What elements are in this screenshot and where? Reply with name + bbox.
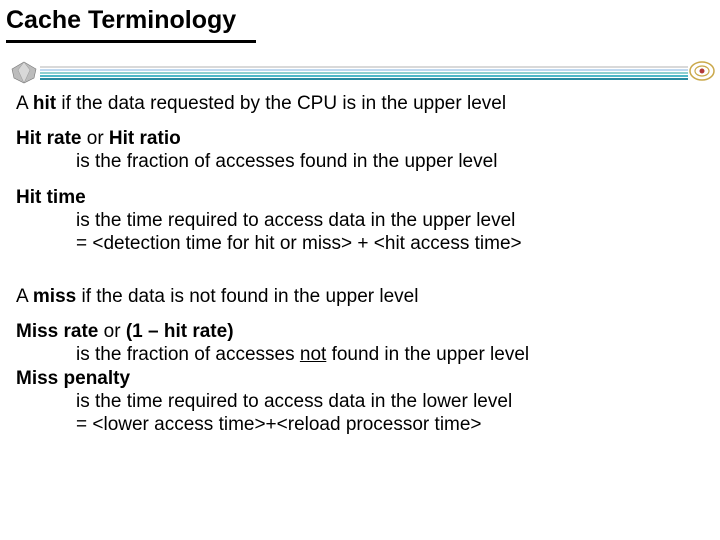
band-end-icon xyxy=(688,60,716,82)
hit-rate-desc: is the fraction of accesses found in the… xyxy=(16,150,704,173)
slide-body: A hit if the data requested by the CPU i… xyxy=(16,92,704,436)
decorative-band xyxy=(0,58,720,86)
hit-time-block: Hit time is the time required to access … xyxy=(16,186,704,256)
page-title: Cache Terminology xyxy=(6,6,236,35)
text: if the data requested by the CPU is in t… xyxy=(56,93,506,114)
hit-rate-block: Hit rate or Hit ratio is the fraction of… xyxy=(16,127,704,173)
text: or xyxy=(81,128,108,149)
not-underlined: not xyxy=(300,344,326,365)
band-lines xyxy=(40,66,688,80)
hit-definition: A hit if the data requested by the CPU i… xyxy=(16,92,704,115)
hit-ratio-term: Hit ratio xyxy=(109,128,181,149)
miss-term: miss xyxy=(33,286,76,307)
hit-rate-term: Hit rate xyxy=(16,128,81,149)
gem-icon xyxy=(6,60,42,84)
hit-time-term: Hit time xyxy=(16,187,86,208)
text: or xyxy=(98,321,125,342)
text: A xyxy=(16,93,33,114)
miss-rate-term: Miss rate xyxy=(16,321,98,342)
miss-penalty-desc-2: = <lower access time>+<reload processor … xyxy=(16,413,704,436)
miss-penalty-term: Miss penalty xyxy=(16,368,130,389)
hit-term: hit xyxy=(33,93,56,114)
hit-time-desc-1: is the time required to access data in t… xyxy=(16,209,704,232)
text: is the fraction of accesses xyxy=(76,344,300,365)
miss-penalty-block: Miss penalty is the time required to acc… xyxy=(16,367,704,437)
slide: Cache Terminology A hit if the data requ… xyxy=(0,0,720,540)
miss-penalty-desc-1: is the time required to access data in t… xyxy=(16,390,704,413)
miss-rate-alt: (1 – hit rate) xyxy=(126,321,234,342)
text: A xyxy=(16,286,33,307)
miss-definition: A miss if the data is not found in the u… xyxy=(16,285,704,308)
title-underline xyxy=(6,40,256,43)
text: if the data is not found in the upper le… xyxy=(76,286,418,307)
hit-rate-heading: Hit rate or Hit ratio xyxy=(16,127,704,150)
miss-rate-heading: Miss rate or (1 – hit rate) xyxy=(16,320,704,343)
miss-rate-desc: is the fraction of accesses not found in… xyxy=(16,343,704,366)
spacer xyxy=(16,267,704,285)
miss-rate-block: Miss rate or (1 – hit rate) is the fract… xyxy=(16,320,704,366)
hit-time-desc-2: = <detection time for hit or miss> + <hi… xyxy=(16,232,704,255)
text: found in the upper level xyxy=(326,344,529,365)
